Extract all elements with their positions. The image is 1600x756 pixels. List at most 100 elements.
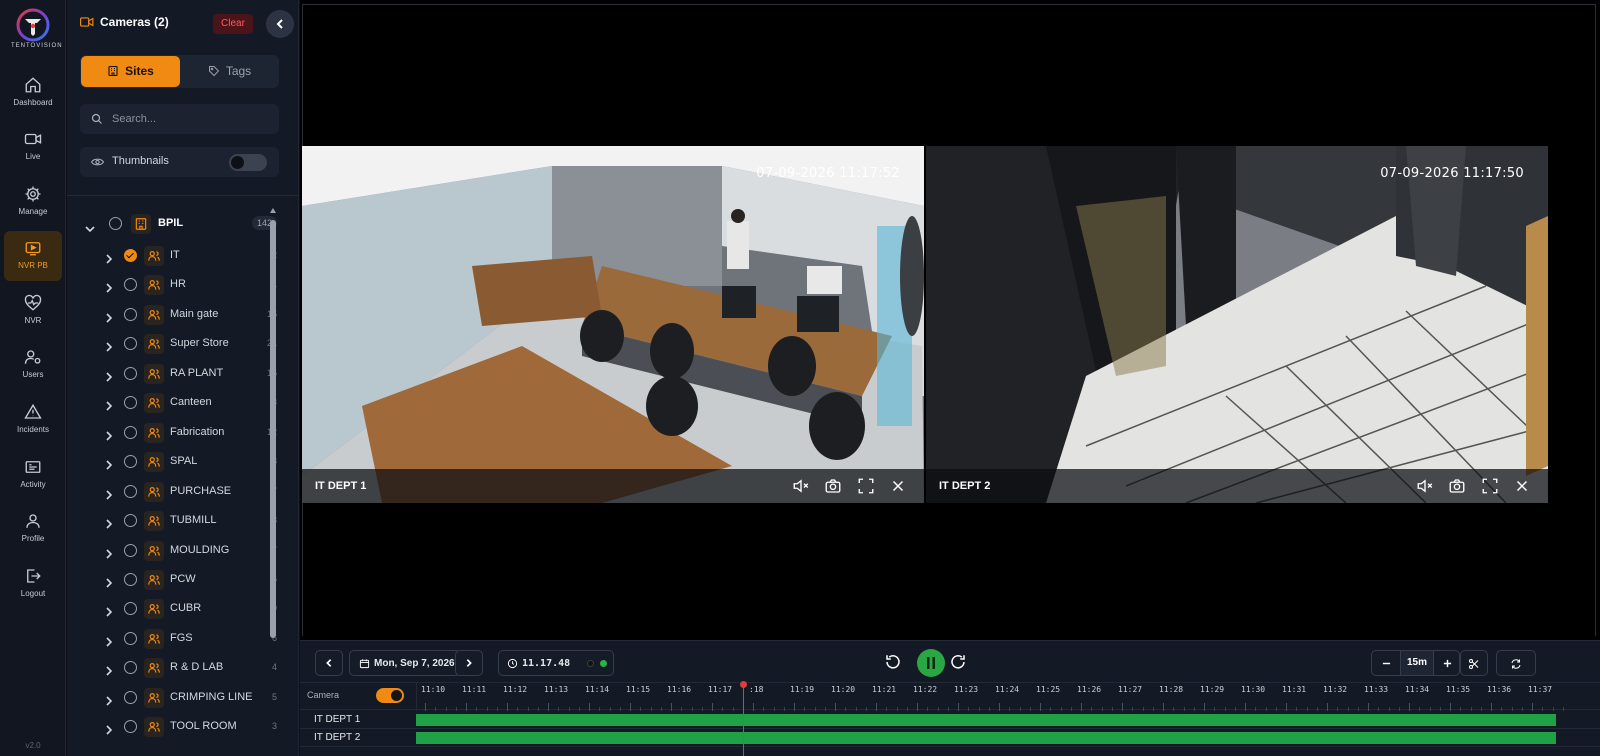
thumbnails-toggle[interactable] (229, 154, 267, 171)
fullscreen-icon[interactable] (857, 477, 875, 495)
camera-toggle[interactable] (376, 688, 404, 703)
mute-icon[interactable] (792, 477, 810, 495)
close-icon[interactable] (1513, 477, 1531, 495)
search-input[interactable] (112, 110, 272, 128)
expand-toggle[interactable] (105, 546, 113, 564)
select-radio[interactable] (124, 573, 137, 586)
expand-toggle[interactable] (105, 369, 113, 387)
scroll-up-arrow[interactable] (270, 208, 276, 213)
tree-group-item[interactable]: HR1 (67, 272, 277, 298)
select-radio[interactable] (109, 217, 122, 230)
ruler-ticks[interactable]: 11:10 11:11 11:12 11:13 11:14 11:15 11:16 11:17… (416, 683, 1600, 711)
tree-group-item[interactable]: IT2 (67, 243, 277, 269)
tree-group-item[interactable]: Fabrication12 (67, 420, 277, 446)
expand-toggle[interactable] (105, 575, 113, 593)
nav-logout[interactable]: Logout (4, 559, 62, 609)
clear-button[interactable]: Clear (213, 14, 253, 34)
recording-segment[interactable] (416, 714, 1556, 726)
prev-day-button[interactable] (315, 650, 343, 676)
tree-group-item[interactable]: PCW6 (67, 567, 277, 593)
timeline-track[interactable]: IT DEPT 1 (300, 711, 1600, 729)
expand-toggle[interactable] (105, 516, 113, 534)
nav-live[interactable]: Live (4, 122, 62, 172)
expand-toggle[interactable] (105, 310, 113, 328)
expand-toggle[interactable] (105, 428, 113, 446)
tree-group-item[interactable]: SPAL8 (67, 449, 277, 475)
tree-group-item[interactable]: FGS 6 (67, 626, 277, 652)
tree-group-item[interactable]: CRIMPING LINE 5 (67, 685, 277, 711)
snapshot-icon[interactable] (824, 477, 842, 495)
collapse-panel-button[interactable] (266, 10, 294, 38)
nav-activity[interactable]: Activity (4, 450, 62, 500)
tree-group-item[interactable]: R & D LAB 4 (67, 655, 277, 681)
select-radio[interactable] (124, 455, 137, 468)
mute-icon[interactable] (1416, 477, 1434, 495)
tree-group-item[interactable]: Canteen3 (67, 390, 277, 416)
next-day-button[interactable] (455, 650, 483, 676)
select-radio[interactable] (124, 337, 137, 350)
select-radio[interactable] (124, 308, 137, 321)
fullscreen-icon[interactable] (1481, 477, 1499, 495)
nav-nvr-pb[interactable]: NVR PB (4, 231, 62, 281)
select-radio[interactable] (124, 396, 137, 409)
select-radio[interactable] (124, 661, 137, 674)
tree-root-bpil[interactable]: BPIL 142 (67, 211, 277, 237)
recording-segment[interactable] (416, 732, 1556, 744)
select-radio[interactable] (124, 278, 137, 291)
scrollbar-thumb[interactable] (270, 220, 276, 638)
nav-users[interactable]: Users (4, 340, 62, 390)
select-radio[interactable] (124, 249, 137, 262)
select-radio[interactable] (124, 691, 137, 704)
expand-toggle[interactable] (105, 663, 113, 681)
nav-dashboard[interactable]: Dashboard (4, 68, 62, 118)
tree-group-item[interactable]: CUBR9 (67, 596, 277, 622)
brand-logo[interactable]: TENTOVISION (11, 8, 62, 58)
tree-group-item[interactable]: TUBMILL3 (67, 508, 277, 534)
sync-button[interactable] (1496, 650, 1536, 676)
expand-toggle[interactable] (105, 280, 113, 298)
expand-toggle[interactable] (105, 487, 113, 505)
clip-button[interactable] (1460, 650, 1488, 676)
tree-group-item[interactable]: Super Store21 (67, 331, 277, 357)
tree-group-item[interactable]: Main gate16 (67, 302, 277, 328)
nav-incidents[interactable]: Incidents (4, 395, 62, 445)
camera-tile-1[interactable]: 07-09-2026 11:17:52 IT DEPT 1 (302, 146, 924, 503)
tree-group-item[interactable]: MOULDING7 (67, 538, 277, 564)
playhead[interactable] (743, 682, 744, 756)
nav-nvr[interactable]: NVR (4, 286, 62, 336)
select-radio[interactable] (124, 367, 137, 380)
snapshot-icon[interactable] (1448, 477, 1466, 495)
expand-toggle[interactable] (105, 634, 113, 652)
tree-group-item[interactable]: PURCHASE7 (67, 479, 277, 505)
nav-profile[interactable]: Profile (4, 504, 62, 554)
select-radio[interactable] (124, 426, 137, 439)
tree-group-item[interactable]: TOOL ROOM 3 (67, 714, 277, 740)
zoom-out-button[interactable] (1372, 651, 1400, 675)
expand-toggle[interactable] (105, 251, 113, 269)
timeline-track[interactable]: IT DEPT 2 (300, 729, 1600, 747)
nav-manage[interactable]: Manage (4, 177, 62, 227)
expand-toggle[interactable] (105, 339, 113, 357)
expand-toggle[interactable] (105, 693, 113, 711)
rewind-icon[interactable] (884, 653, 902, 671)
select-radio[interactable] (124, 602, 137, 615)
forward-icon[interactable] (949, 653, 967, 671)
expand-toggle[interactable] (105, 457, 113, 475)
close-icon[interactable] (889, 477, 907, 495)
camera-tile-2[interactable]: 07-09-2026 11:17:50 IT DEPT 2 (926, 146, 1548, 503)
zoom-in-button[interactable] (1434, 651, 1460, 675)
playhead-handle[interactable] (740, 681, 747, 688)
expand-toggle[interactable] (105, 398, 113, 416)
time-display[interactable]: 11.17.48 (498, 650, 614, 676)
tab-tags[interactable]: Tags (180, 56, 279, 87)
expand-toggle[interactable] (105, 604, 113, 622)
tab-sites[interactable]: Sites (81, 56, 180, 87)
pause-button[interactable] (917, 649, 945, 677)
select-radio[interactable] (124, 632, 137, 645)
date-picker-button[interactable]: Mon, Sep 7, 2026 (349, 650, 461, 676)
tree-group-item[interactable]: RA PLANT15 (67, 361, 277, 387)
expand-toggle[interactable] (85, 220, 95, 238)
select-radio[interactable] (124, 485, 137, 498)
select-radio[interactable] (124, 720, 137, 733)
expand-toggle[interactable] (105, 722, 113, 740)
